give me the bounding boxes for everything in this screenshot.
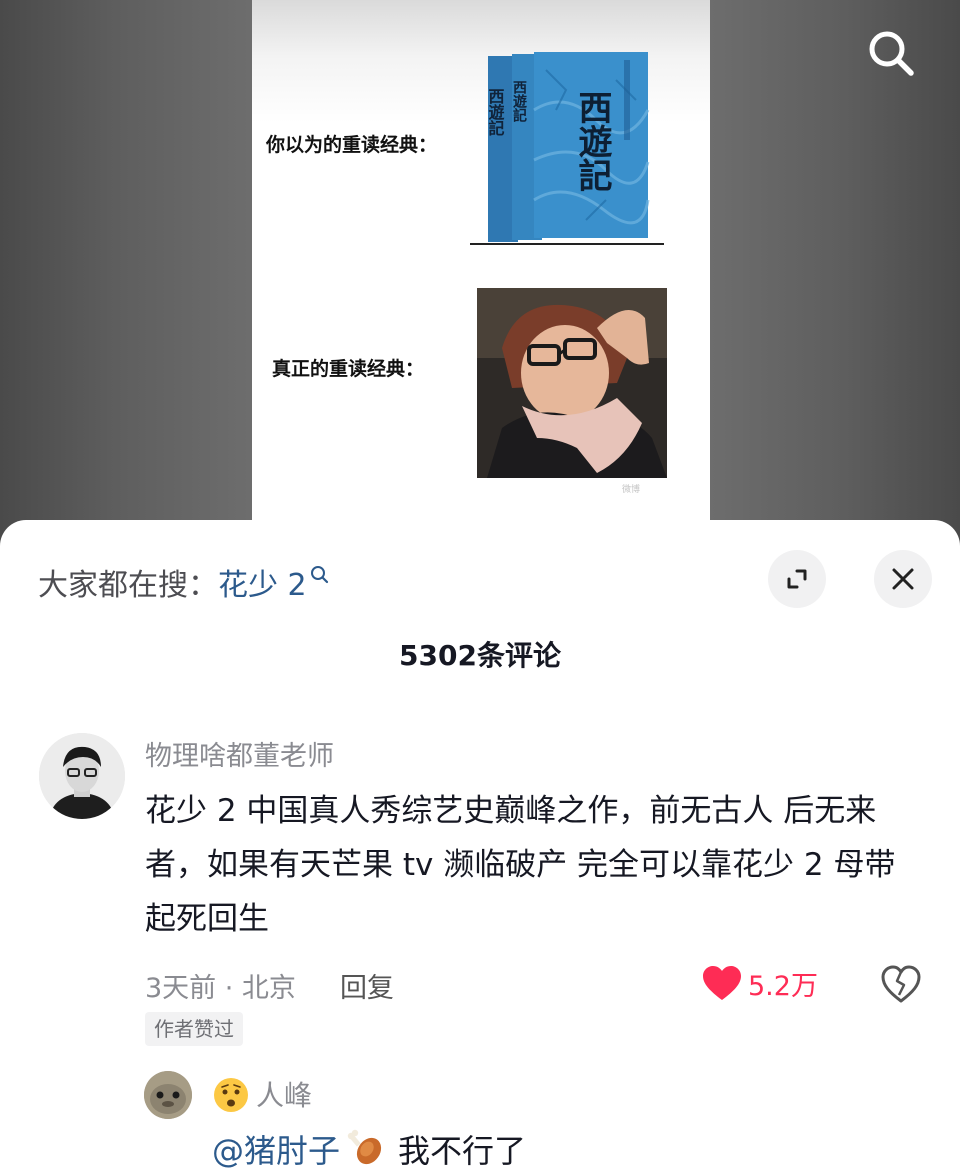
drumstick-emoji-icon [347, 1129, 382, 1165]
video-player[interactable]: 你以为的重读经典： 西遊記 西遊記 西遊記 真正的重读经典： 微博 [0, 0, 960, 560]
meme-image: 你以为的重读经典： 西遊記 西遊記 西遊記 真正的重读经典： 微博 [252, 0, 710, 560]
comment-time-location: 3天前 · 北京 [145, 973, 296, 1004]
expand-icon [787, 569, 807, 589]
meme-label-expected: 你以为的重读经典： [266, 134, 438, 156]
reply-mention[interactable]: @猪肘子 [212, 1126, 340, 1172]
commenter-avatar[interactable] [39, 733, 125, 819]
meme-label-real: 真正的重读经典： [272, 358, 425, 380]
comment-text: 花少 2 中国真人秀综艺史巅峰之作，前无古人 后无来者，如果有天芒果 tv 濒临… [145, 793, 896, 937]
small-search-icon [310, 566, 328, 584]
broken-heart-icon[interactable] [880, 964, 922, 1004]
reply-text: 我不行了 [398, 1132, 527, 1170]
expand-button[interactable] [768, 550, 826, 608]
watermark: 微博 [622, 485, 641, 495]
search-icon[interactable] [864, 26, 918, 80]
divider-line [470, 243, 664, 245]
commenter-username[interactable]: 物理啥都董老师 [145, 734, 334, 773]
author-liked-badge: 作者赞过 [145, 1012, 243, 1046]
svg-text:西遊記: 西遊記 [572, 90, 612, 192]
trending-search-prefix: 大家都在搜： [38, 568, 218, 603]
comment-panel: 大家都在搜： 花少 2 5302条评论 物理啥都董老师 花少 2 中国真人秀综艺… [0, 520, 960, 1176]
close-button[interactable] [874, 550, 932, 608]
reply-text-line: @猪肘子 我不行了 [212, 1126, 526, 1172]
worried-face-emoji-icon [214, 1078, 248, 1112]
heart-icon [703, 965, 741, 1000]
replier-username[interactable]: 人峰 [256, 1074, 312, 1114]
like-button[interactable]: 5.2万 [702, 964, 818, 1003]
comment-count: 5302条评论 [399, 639, 561, 672]
svg-text:西遊記: 西遊記 [511, 80, 527, 123]
comment-meta: 3天前 · 北京 回复 [145, 966, 394, 1005]
trending-search-hint: 大家都在搜： 花少 2 [38, 560, 331, 604]
reply-button[interactable]: 回复 [340, 966, 394, 1005]
svg-text:西遊記: 西遊記 [486, 88, 505, 137]
like-count: 5.2万 [748, 971, 818, 1002]
journey-to-the-west-book-image: 西遊記 西遊記 西遊記 [486, 52, 650, 242]
meme-photo [477, 288, 667, 478]
close-icon [892, 568, 914, 590]
replier-avatar[interactable] [144, 1071, 192, 1119]
trending-search-term[interactable]: 花少 2 [218, 560, 307, 604]
